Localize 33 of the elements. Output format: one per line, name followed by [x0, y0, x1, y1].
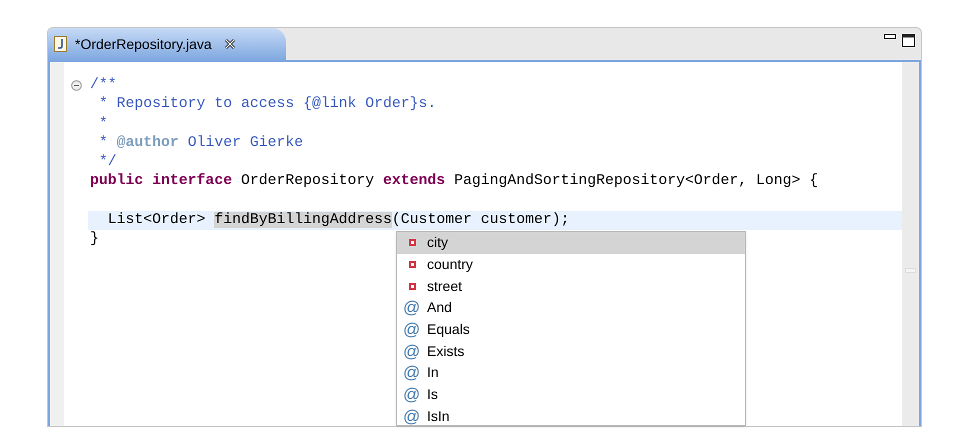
at-sign-icon: @ [403, 321, 422, 338]
field-icon [409, 261, 416, 268]
code-line: * @author Oliver Gierke [98, 134, 304, 153]
completion-item[interactable]: @ Exists [397, 340, 745, 362]
at-sign-icon: @ [403, 299, 422, 316]
completion-item[interactable]: country [397, 254, 745, 276]
code-line: } [90, 230, 99, 250]
at-sign-icon: @ [403, 364, 422, 382]
maximize-icon[interactable] [902, 34, 915, 47]
field-icon [409, 282, 416, 290]
at-sign-icon: @ [403, 386, 422, 404]
completion-item[interactable]: street [397, 275, 745, 298]
completion-item[interactable]: @ In [397, 362, 745, 384]
completion-item[interactable]: @ Is [397, 384, 745, 406]
collapse-icon[interactable] [70, 80, 82, 92]
code-line: * [98, 114, 108, 134]
completion-item[interactable]: @ Equals [397, 318, 745, 340]
java-file-icon [54, 36, 67, 52]
code-line: /** [90, 76, 117, 95]
code-line: public interface OrderRepository extends PagingAndSortingRepository<Order, Long> { [90, 172, 818, 192]
at-sign-icon: @ [403, 342, 422, 360]
minimize-icon[interactable] [884, 34, 896, 39]
editor-tab[interactable]: *OrderRepository.java [48, 28, 286, 60]
completion-item[interactable]: @ IsIn [397, 406, 745, 425]
code-line: * Repository to access {@link Order}s. [98, 95, 436, 114]
code-line: List<Order> findByBillingAddress(Customer customer); [106, 211, 570, 230]
completion-item[interactable]: @ And [397, 297, 745, 319]
completion-item[interactable]: city [397, 232, 745, 254]
at-sign-icon: @ [403, 408, 422, 425]
code-line: */ [98, 153, 117, 172]
tab-title: *OrderRepository.java [75, 34, 212, 54]
close-icon[interactable] [224, 38, 236, 50]
field-icon [409, 239, 416, 246]
